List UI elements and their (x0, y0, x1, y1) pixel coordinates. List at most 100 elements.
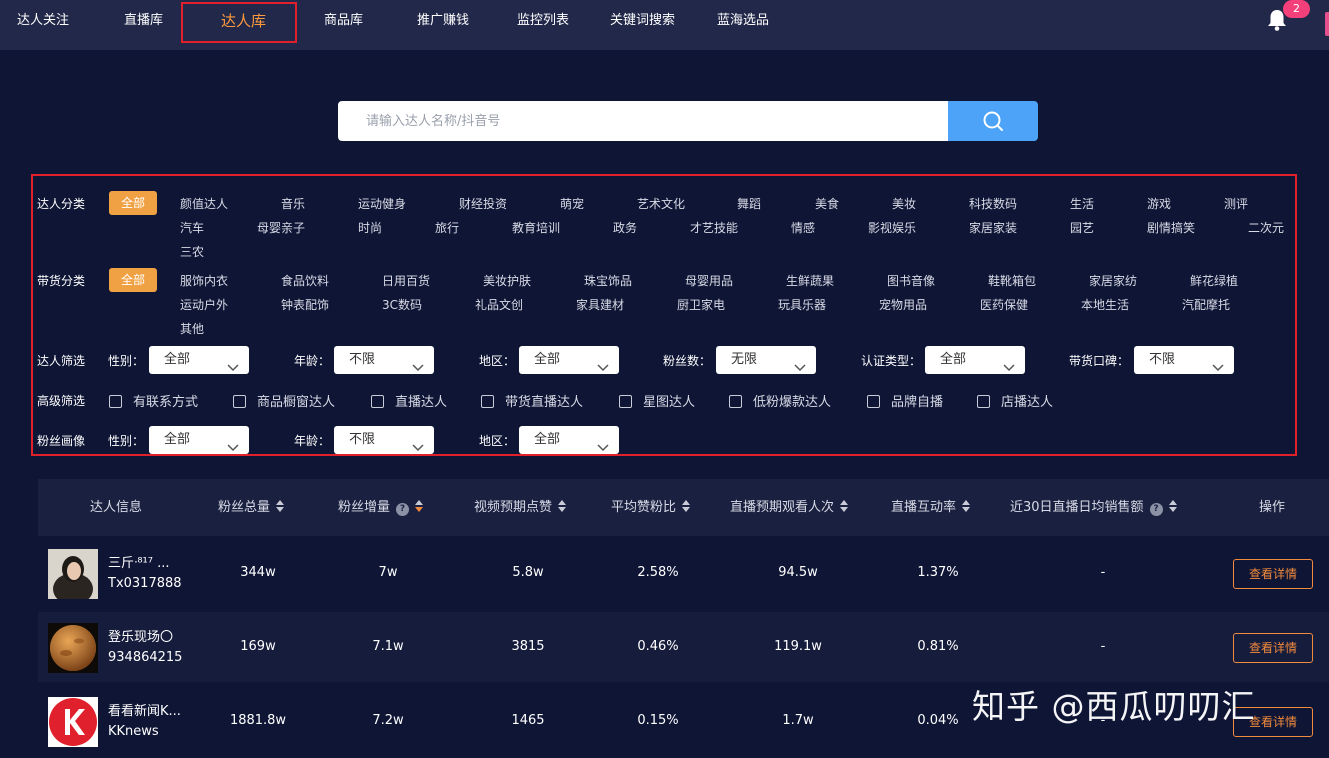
avatar-edge[interactable] (1325, 12, 1329, 36)
goods-item[interactable]: 美妆护肤 (483, 272, 531, 289)
goods-item[interactable]: 生鲜蔬果 (786, 272, 834, 289)
screen-select[interactable]: 全部 (149, 346, 249, 374)
fans-select[interactable]: 全部 (149, 426, 249, 454)
search-button[interactable] (948, 101, 1038, 141)
category-item[interactable]: 财经投资 (459, 195, 507, 212)
goods-item[interactable]: 本地生活 (1081, 296, 1129, 313)
category-item[interactable]: 政务 (613, 219, 637, 236)
category-item[interactable]: 测评 (1224, 195, 1248, 212)
screen-select[interactable]: 全部 (925, 346, 1025, 374)
sort-icon[interactable] (276, 500, 285, 512)
nav-live-library[interactable]: 直播库 (124, 0, 163, 42)
checkbox-box[interactable] (233, 395, 246, 408)
category-item[interactable]: 二次元 (1248, 219, 1284, 236)
influencer-name[interactable]: 登乐现场〇 (108, 626, 190, 645)
th-like-ratio[interactable]: 平均赞粉比 (611, 479, 691, 536)
goods-item[interactable]: 食品饮料 (281, 272, 329, 289)
th-fans-total[interactable]: 粉丝总量 (218, 479, 285, 536)
category-item[interactable]: 萌宠 (560, 195, 584, 212)
category-all-pill[interactable]: 全部 (109, 191, 157, 215)
goods-item[interactable]: 玩具乐器 (778, 296, 826, 313)
goods-item[interactable]: 3C数码 (382, 296, 422, 313)
goods-item[interactable]: 家具建材 (576, 296, 624, 313)
category-item[interactable]: 美食 (815, 195, 839, 212)
category-item[interactable]: 运动健身 (358, 195, 406, 212)
goods-item[interactable]: 家居家纺 (1089, 272, 1137, 289)
advanced-checkbox[interactable]: 店播达人 (977, 391, 1053, 410)
category-item[interactable]: 旅行 (435, 219, 459, 236)
sort-icon[interactable] (1168, 500, 1177, 512)
nav-promote-earn[interactable]: 推广赚钱 (417, 0, 469, 42)
search-input[interactable] (338, 101, 948, 141)
category-item[interactable]: 汽车 (180, 219, 204, 236)
screen-select[interactable]: 不限 (1134, 346, 1234, 374)
goods-item[interactable]: 珠宝饰品 (584, 272, 632, 289)
goods-item[interactable]: 宠物用品 (879, 296, 927, 313)
checkbox-box[interactable] (977, 395, 990, 408)
advanced-checkbox[interactable]: 低粉爆款达人 (729, 391, 831, 410)
checkbox-box[interactable] (619, 395, 632, 408)
category-item[interactable]: 母婴亲子 (257, 219, 305, 236)
goods-item[interactable]: 运动户外 (180, 296, 228, 313)
advanced-checkbox[interactable]: 星图达人 (619, 391, 695, 410)
avatar[interactable] (48, 623, 98, 673)
goods-item[interactable]: 图书音像 (887, 272, 935, 289)
category-item[interactable]: 教育培训 (512, 219, 560, 236)
nav-keyword-search[interactable]: 关键词搜索 (610, 0, 675, 42)
nav-product-library[interactable]: 商品库 (324, 0, 363, 42)
nav-monitor-list[interactable]: 监控列表 (517, 0, 569, 42)
view-detail-button[interactable]: 查看详情 (1233, 559, 1313, 589)
avatar[interactable] (48, 697, 98, 747)
influencer-name[interactable]: 看看新闻K... (108, 700, 190, 719)
advanced-checkbox[interactable]: 有联系方式 (109, 391, 198, 410)
nav-blue-ocean[interactable]: 蓝海选品 (717, 0, 769, 42)
screen-select[interactable]: 无限 (716, 346, 816, 374)
screen-select[interactable]: 不限 (334, 346, 434, 374)
goods-item[interactable]: 厨卫家电 (677, 296, 725, 313)
fans-select[interactable]: 全部 (519, 426, 619, 454)
goods-item[interactable]: 医药保健 (980, 296, 1028, 313)
category-item[interactable]: 舞蹈 (737, 195, 761, 212)
advanced-checkbox[interactable]: 带货直播达人 (481, 391, 583, 410)
checkbox-box[interactable] (867, 395, 880, 408)
category-item[interactable]: 影视娱乐 (868, 219, 916, 236)
checkbox-box[interactable] (371, 395, 384, 408)
category-item[interactable]: 三农 (180, 243, 204, 260)
category-item[interactable]: 游戏 (1147, 195, 1171, 212)
th-fans-growth[interactable]: 粉丝增量? (338, 479, 424, 536)
goods-item[interactable]: 服饰内衣 (180, 272, 228, 289)
category-item[interactable]: 音乐 (281, 195, 305, 212)
sort-icon[interactable] (840, 500, 849, 512)
category-item[interactable]: 剧情搞笑 (1147, 219, 1195, 236)
goods-item[interactable]: 日用百货 (382, 272, 430, 289)
checkbox-box[interactable] (109, 395, 122, 408)
category-item[interactable]: 园艺 (1070, 219, 1094, 236)
advanced-checkbox[interactable]: 直播达人 (371, 391, 447, 410)
sort-icon[interactable] (558, 500, 567, 512)
avatar[interactable] (48, 549, 98, 599)
sort-icon[interactable] (962, 500, 971, 512)
th-live-views[interactable]: 直播预期观看人次 (730, 479, 849, 536)
sort-icon[interactable] (415, 500, 424, 512)
category-item[interactable]: 生活 (1070, 195, 1094, 212)
th-interact-rate[interactable]: 直播互动率 (891, 479, 971, 536)
goods-item[interactable]: 钟表配饰 (281, 296, 329, 313)
advanced-checkbox[interactable]: 商品橱窗达人 (233, 391, 335, 410)
category-item[interactable]: 时尚 (358, 219, 382, 236)
checkbox-box[interactable] (481, 395, 494, 408)
category-item[interactable]: 情感 (791, 219, 815, 236)
category-item[interactable]: 美妆 (892, 195, 916, 212)
goods-item[interactable]: 鞋靴箱包 (988, 272, 1036, 289)
nav-follow[interactable]: 达人关注 (17, 0, 69, 42)
goods-item[interactable]: 鲜花绿植 (1190, 272, 1238, 289)
category-item[interactable]: 颜值达人 (180, 195, 228, 212)
checkbox-box[interactable] (729, 395, 742, 408)
advanced-checkbox[interactable]: 品牌自播 (867, 391, 943, 410)
view-detail-button[interactable]: 查看详情 (1233, 633, 1313, 663)
influencer-name[interactable]: 三斤ᐧ⁸¹⁷ ... (108, 552, 190, 571)
category-item[interactable]: 科技数码 (969, 195, 1017, 212)
th-video-likes[interactable]: 视频预期点赞 (474, 479, 567, 536)
sort-icon[interactable] (682, 500, 691, 512)
goods-item[interactable]: 汽配摩托 (1182, 296, 1230, 313)
goods-all-pill[interactable]: 全部 (109, 268, 157, 292)
